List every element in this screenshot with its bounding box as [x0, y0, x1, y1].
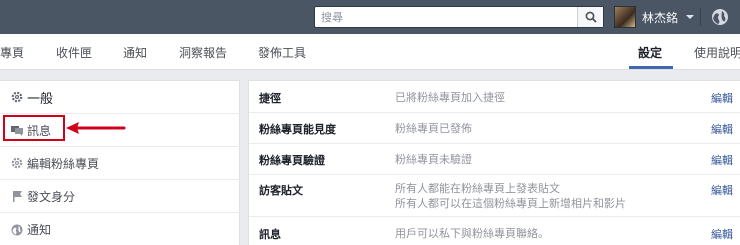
sidebar-item-label: 一般: [27, 91, 54, 107]
search-button[interactable]: [577, 7, 603, 27]
sidebar-item-label: 編輯粉絲專頁: [27, 156, 100, 171]
edit-link[interactable]: 編輯: [711, 152, 733, 168]
tab-notifications[interactable]: 通知: [123, 44, 147, 61]
tab-publishing-tools[interactable]: 發佈工具: [258, 44, 306, 61]
edit-link[interactable]: 編輯: [711, 121, 733, 137]
setting-row-messages[interactable]: 訊息 用戶可以私下與粉絲專頁聯絡。 編輯: [249, 217, 740, 245]
tab-page[interactable]: 專頁: [0, 44, 24, 61]
search-box[interactable]: [314, 6, 604, 28]
active-tab-indicator: [629, 66, 673, 69]
sidebar-item-general[interactable]: 一般: [0, 81, 240, 114]
divider: [700, 8, 701, 26]
arrow-left-icon: [66, 122, 126, 134]
tab-insights[interactable]: 洞察報告: [179, 44, 227, 61]
setting-value: 粉絲專頁已發佈: [395, 122, 472, 135]
flag-icon: [10, 189, 24, 203]
tab-settings[interactable]: 設定: [638, 44, 662, 61]
search-input[interactable]: [315, 7, 577, 27]
tab-inbox[interactable]: 收件匣: [56, 44, 92, 61]
setting-title: 粉絲專頁驗證: [259, 154, 325, 167]
gear-icon: [10, 90, 24, 104]
search-icon: [585, 11, 597, 23]
globe-icon: [10, 223, 24, 237]
setting-row-visibility[interactable]: 粉絲專頁能見度 粉絲專頁已發佈 編輯: [249, 113, 740, 144]
setting-value: 用戶可以私下與粉絲專頁聯絡。: [395, 227, 549, 240]
edit-link[interactable]: 編輯: [711, 90, 733, 106]
sidebar-item-edit-page[interactable]: 編輯粉絲專頁: [0, 147, 240, 180]
setting-row-verification[interactable]: 粉絲專頁驗證 粉絲專頁未驗證 編輯: [249, 144, 740, 175]
setting-title: 訪客貼文: [259, 184, 303, 197]
settings-sidebar: 一般 訊息 編輯粉絲專頁 發文身分 通知: [0, 80, 240, 245]
edit-link[interactable]: 編輯: [711, 182, 733, 198]
setting-title: 粉絲專頁能見度: [259, 123, 336, 136]
settings-content: 捷徑 已將粉絲專頁加入捷徑 編輯 粉絲專頁能見度 粉絲專頁已發佈 編輯 粉絲專頁…: [248, 80, 740, 245]
setting-title: 捷徑: [259, 92, 281, 105]
chevron-down-icon[interactable]: [686, 15, 695, 19]
page-tab-bar: 專頁 收件匣 通知 洞察報告 發佈工具 設定 使用說明: [0, 34, 740, 70]
sidebar-item-notifications[interactable]: 通知: [0, 213, 240, 245]
sidebar-item-label: 通知: [27, 223, 52, 237]
highlight-box: [3, 115, 65, 141]
profile-menu[interactable]: 林杰銘: [614, 4, 695, 30]
gear-icon: [10, 156, 24, 170]
sidebar-item-post-attribution[interactable]: 發文身分: [0, 180, 240, 213]
globe-icon[interactable]: [710, 7, 730, 27]
edit-link[interactable]: 編輯: [711, 226, 733, 242]
setting-title: 訊息: [259, 228, 281, 241]
avatar[interactable]: [614, 6, 636, 28]
setting-value-secondary: 所有人都可以在這個粉絲專頁上新增相片和影片: [395, 197, 626, 210]
profile-name[interactable]: 林杰銘: [642, 9, 678, 26]
setting-value: 所有人都能在粉絲專頁上發表貼文: [395, 182, 560, 195]
setting-row-shortcuts[interactable]: 捷徑 已將粉絲專頁加入捷徑 編輯: [249, 81, 740, 113]
sidebar-item-label: 發文身分: [27, 189, 76, 204]
setting-row-visitor-posts[interactable]: 訪客貼文 所有人都能在粉絲專頁上發表貼文 所有人都可以在這個粉絲專頁上新增相片和…: [249, 175, 740, 217]
top-bar: 林杰銘: [0, 0, 740, 34]
tab-help[interactable]: 使用說明: [694, 44, 740, 61]
setting-value: 粉絲專頁未驗證: [395, 153, 472, 166]
setting-value: 已將粉絲專頁加入捷徑: [395, 91, 505, 104]
